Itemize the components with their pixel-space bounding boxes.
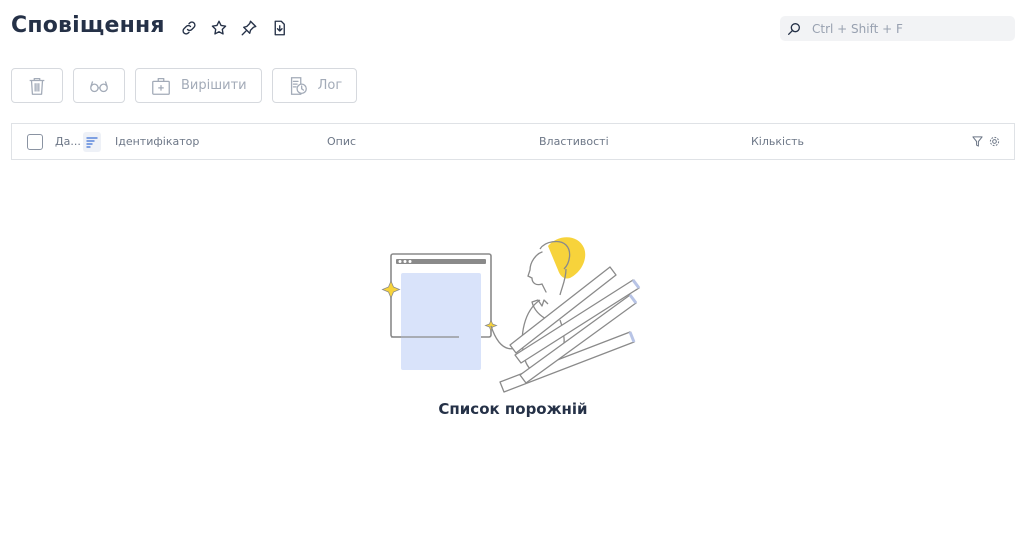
trash-icon <box>29 77 45 95</box>
pin-icon[interactable] <box>238 17 260 39</box>
empty-state-illustration <box>380 225 650 395</box>
link-icon[interactable] <box>178 17 200 39</box>
search-input[interactable] <box>812 21 1002 36</box>
settings-gear-icon[interactable] <box>989 136 1000 147</box>
column-description[interactable]: Опис <box>327 135 356 148</box>
briefcase-plus-icon <box>152 77 170 95</box>
resolve-button[interactable]: Вирішити <box>135 68 262 103</box>
export-icon[interactable] <box>268 17 290 39</box>
column-identifier[interactable]: Ідентифікатор <box>115 135 199 148</box>
star-icon[interactable] <box>208 17 230 39</box>
column-date[interactable]: Да... <box>55 135 81 148</box>
empty-state-text: Список порожній <box>438 400 588 418</box>
search-icon <box>788 22 800 35</box>
sort-button[interactable] <box>83 132 101 152</box>
glasses-icon <box>90 80 108 92</box>
view-button[interactable] <box>73 68 125 103</box>
column-quantity[interactable]: Кількість <box>751 135 804 148</box>
grid-tools <box>972 136 1000 147</box>
page-title: Сповіщення <box>11 13 165 38</box>
grid-header: Да... Ідентифікатор Опис Властивості Кіл… <box>11 123 1015 160</box>
resolve-label: Вирішити <box>181 78 247 93</box>
title-actions <box>178 17 290 39</box>
log-button[interactable]: Лог <box>271 68 358 103</box>
column-properties[interactable]: Властивості <box>539 135 609 148</box>
search-box[interactable] <box>780 16 1015 41</box>
log-clock-icon <box>290 76 307 95</box>
select-all-checkbox[interactable] <box>27 134 43 150</box>
toolbar: Вирішити Лог <box>11 68 358 103</box>
delete-button[interactable] <box>11 68 63 103</box>
filter-icon[interactable] <box>972 136 983 147</box>
log-label: Лог <box>317 78 343 93</box>
sort-icon <box>86 137 98 148</box>
